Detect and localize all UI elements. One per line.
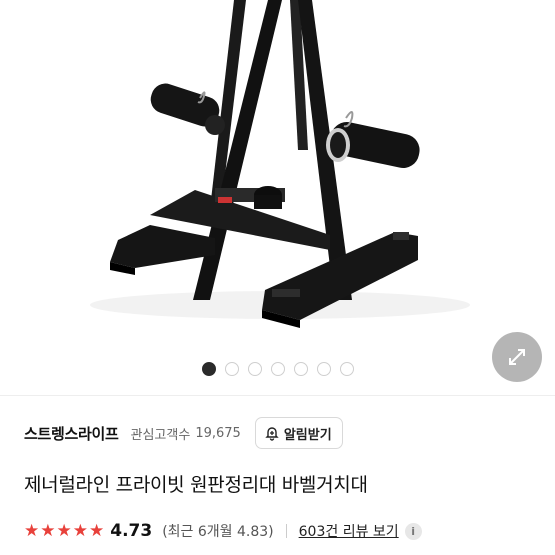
pagination-dot-active[interactable] — [202, 362, 216, 376]
product-photo — [90, 0, 470, 328]
bell-plus-icon — [265, 427, 279, 441]
rating-value: 4.73 — [110, 521, 153, 541]
pagination-dot[interactable] — [317, 362, 331, 376]
rating-stars: ★ ★ ★ ★ ★ — [24, 520, 105, 541]
recent-rating: (최근 6개월 4.83) — [162, 524, 274, 540]
review-link[interactable]: 603건 리뷰 보기 — [299, 521, 399, 541]
alert-subscribe-button[interactable]: 알림받기 — [254, 417, 343, 449]
follower-count: 19,675 — [195, 425, 241, 441]
gallery-pagination — [202, 362, 354, 376]
star-icon: ★ — [72, 520, 88, 541]
pagination-dot[interactable] — [225, 362, 239, 376]
divider — [0, 395, 555, 396]
product-image-gallery[interactable] — [0, 0, 555, 395]
pagination-dot[interactable] — [294, 362, 308, 376]
info-icon[interactable]: i — [404, 522, 422, 540]
seller-row: 스트렝스라이프 관심고객수 19,675 알림받기 — [24, 415, 534, 451]
follower-label: 관심고객수 — [130, 427, 191, 443]
pagination-dot[interactable] — [340, 362, 354, 376]
star-icon: ★ — [56, 520, 72, 541]
product-title: 제너럴라인 프라이빗 원판정리대 바벨거치대 — [24, 474, 368, 496]
seller-name[interactable]: 스트렝스라이프 — [24, 423, 119, 444]
expand-image-button[interactable] — [492, 332, 542, 382]
separator — [285, 524, 287, 538]
expand-arrows-icon — [509, 349, 525, 365]
star-icon: ★ — [89, 520, 105, 541]
star-icon: ★ — [24, 520, 40, 541]
alert-button-label: 알림받기 — [283, 427, 332, 443]
pagination-dot[interactable] — [271, 362, 285, 376]
rating-row: ★ ★ ★ ★ ★ 4.73 (최근 6개월 4.83) 603건 리뷰 보기 … — [24, 518, 422, 544]
pagination-dot[interactable] — [248, 362, 262, 376]
star-icon: ★ — [40, 520, 56, 541]
